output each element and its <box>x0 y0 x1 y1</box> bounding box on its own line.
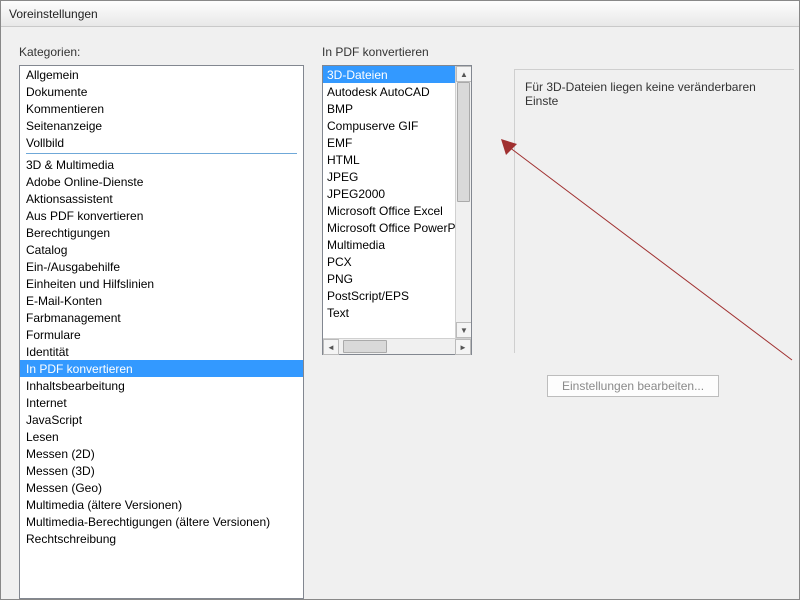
scroll-right-button[interactable]: ► <box>455 339 471 355</box>
format-item[interactable]: 3D-Dateien <box>323 66 455 83</box>
format-item[interactable]: Microsoft Office PowerPoint <box>323 219 455 236</box>
category-item[interactable]: Internet <box>20 394 303 411</box>
format-item[interactable]: PCX <box>323 253 455 270</box>
scroll-down-button[interactable]: ▼ <box>456 322 471 338</box>
category-item[interactable]: Formulare <box>20 326 303 343</box>
category-item[interactable]: Dokumente <box>20 83 303 100</box>
format-item[interactable]: HTML <box>323 151 455 168</box>
category-item[interactable]: Kommentieren <box>20 100 303 117</box>
category-item[interactable]: Rechtschreibung <box>20 530 303 547</box>
category-item[interactable]: Farbmanagement <box>20 309 303 326</box>
scroll-thumb[interactable] <box>457 82 470 202</box>
category-item[interactable]: Allgemein <box>20 66 303 83</box>
format-item[interactable]: Text <box>323 304 455 321</box>
convert-label: In PDF konvertieren <box>322 45 799 59</box>
categories-listbox[interactable]: AllgemeinDokumenteKommentierenSeitenanze… <box>19 65 304 599</box>
edit-settings-button[interactable]: Einstellungen bearbeiten... <box>547 375 719 397</box>
format-item[interactable]: EMF <box>323 134 455 151</box>
format-item[interactable]: BMP <box>323 100 455 117</box>
category-item[interactable]: Messen (2D) <box>20 445 303 462</box>
settings-description: Für 3D-Dateien liegen keine veränderbare… <box>514 69 794 353</box>
format-item[interactable]: PNG <box>323 270 455 287</box>
category-item[interactable]: Vollbild <box>20 134 303 151</box>
formats-listbox[interactable]: 3D-DateienAutodesk AutoCADBMPCompuserve … <box>322 65 472 355</box>
category-item[interactable]: Identität <box>20 343 303 360</box>
formats-vertical-scrollbar[interactable]: ▲ ▼ <box>455 66 471 338</box>
scroll-left-button[interactable]: ◄ <box>323 339 339 355</box>
format-item[interactable]: Autodesk AutoCAD <box>323 83 455 100</box>
categories-label: Kategorien: <box>19 45 304 59</box>
category-item[interactable]: Lesen <box>20 428 303 445</box>
scroll-up-button[interactable]: ▲ <box>456 66 471 82</box>
category-item[interactable]: Ein-/Ausgabehilfe <box>20 258 303 275</box>
format-item[interactable]: JPEG2000 <box>323 185 455 202</box>
formats-horizontal-scrollbar[interactable]: ◄ ► <box>323 338 471 354</box>
category-item[interactable]: Catalog <box>20 241 303 258</box>
category-item[interactable]: E-Mail-Konten <box>20 292 303 309</box>
category-item[interactable]: JavaScript <box>20 411 303 428</box>
format-item[interactable]: PostScript/EPS <box>323 287 455 304</box>
format-item[interactable]: JPEG <box>323 168 455 185</box>
category-item[interactable]: Multimedia (ältere Versionen) <box>20 496 303 513</box>
titlebar[interactable]: Voreinstellungen <box>1 1 799 27</box>
window-title: Voreinstellungen <box>9 7 98 21</box>
category-item[interactable]: Berechtigungen <box>20 224 303 241</box>
category-item[interactable]: In PDF konvertieren <box>20 360 303 377</box>
category-item[interactable]: Messen (Geo) <box>20 479 303 496</box>
preferences-dialog: Voreinstellungen Kategorien: AllgemeinDo… <box>0 0 800 600</box>
category-item[interactable]: Aktionsassistent <box>20 190 303 207</box>
hscroll-thumb[interactable] <box>343 340 387 353</box>
format-item[interactable]: Multimedia <box>323 236 455 253</box>
category-item[interactable]: Seitenanzeige <box>20 117 303 134</box>
category-item[interactable]: Aus PDF konvertieren <box>20 207 303 224</box>
category-item[interactable]: Adobe Online-Dienste <box>20 173 303 190</box>
category-item[interactable]: Messen (3D) <box>20 462 303 479</box>
format-item[interactable]: Microsoft Office Excel <box>323 202 455 219</box>
category-item[interactable]: Einheiten und Hilfslinien <box>20 275 303 292</box>
category-item[interactable]: 3D & Multimedia <box>20 156 303 173</box>
category-item[interactable]: Multimedia-Berechtigungen (ältere Versio… <box>20 513 303 530</box>
category-item[interactable]: Inhaltsbearbeitung <box>20 377 303 394</box>
format-item[interactable]: Compuserve GIF <box>323 117 455 134</box>
